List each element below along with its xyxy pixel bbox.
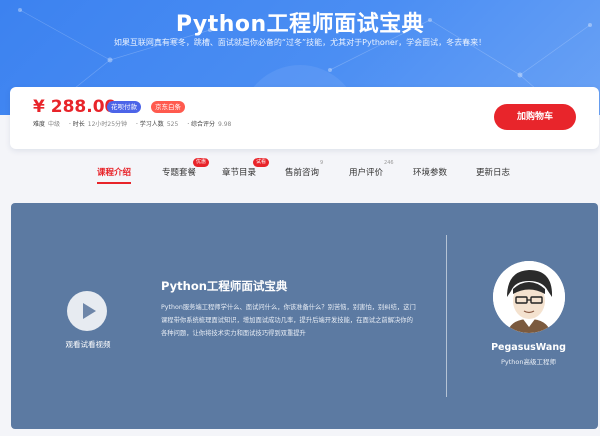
tab-label: 环境参数 — [413, 168, 448, 178]
huabei-badge: 花呗付款 — [107, 101, 141, 113]
tab-environment[interactable]: 环境参数 — [413, 166, 447, 178]
jd-baitiao-badge: 京东白条 — [151, 101, 185, 113]
meta-value-duration: 12小时25分钟 — [87, 121, 128, 128]
tab-label: 课程介绍 — [97, 168, 132, 178]
banner-subtitle: 如果互联网真有寒冬，跳槽、面试就是你必备的“过冬”技能，尤其对于Pythoner… — [113, 38, 487, 47]
meta-value-learners: 525 — [166, 121, 179, 128]
tab-label: 章节目录 — [222, 168, 257, 178]
consult-count: 9 — [320, 160, 324, 166]
tab-presale-consult[interactable]: 售前咨询 9 — [285, 160, 323, 178]
tab-label: 用户评价 — [349, 168, 384, 178]
preview-pill: 试看 — [253, 158, 270, 167]
avatar-illustration — [493, 261, 565, 333]
course-title: Python工程师面试宝典 — [161, 279, 288, 293]
tab-label: 专题套餐 — [162, 168, 197, 178]
active-tab-underline — [97, 182, 132, 184]
meta-key-difficulty: 难度 — [33, 121, 46, 128]
video-intro-panel: 观看试看视频 Python工程师面试宝典 Python服务端工程师学什么、面试问… — [11, 203, 598, 429]
purchase-card: ¥ 288.00 花呗付款 京东白条 难度 中级 · 时长 12小时25分钟 · 学… — [10, 87, 599, 149]
course-description: Python服务端工程师学什么、面试问什么，你该准备什么？别苦恼，别害怕，别纠结… — [161, 304, 416, 337]
banner-title: Python工程师面试宝典 — [175, 12, 425, 37]
meta-key-learners: · 学习人数 — [135, 121, 164, 128]
meta-key-rating: · 综合评分 — [187, 121, 216, 128]
watch-preview-link[interactable]: 观看试看视频 — [53, 339, 123, 350]
tab-course-intro[interactable]: 课程介绍 — [97, 166, 132, 184]
course-price: ¥ 288.00 — [33, 97, 117, 117]
tab-label: 售前咨询 — [285, 168, 320, 178]
tab-label: 更新日志 — [476, 168, 511, 178]
meta-value-difficulty: 中级 — [48, 121, 61, 128]
teacher-title: Python高级工程师 — [500, 358, 557, 366]
vertical-divider — [446, 235, 447, 397]
meta-key-duration: · 时长 — [68, 121, 85, 128]
discount-pill: 优惠 — [193, 158, 210, 167]
review-count: 246 — [384, 160, 394, 166]
tab-chapters[interactable]: 章节目录 试看 — [222, 158, 270, 178]
play-icon[interactable] — [67, 291, 107, 331]
add-to-cart-button[interactable]: 加购物车 — [494, 104, 576, 130]
teacher-name[interactable]: PegasusWang — [456, 342, 598, 353]
teacher-avatar[interactable] — [493, 261, 565, 333]
tab-user-reviews[interactable]: 用户评价 246 — [349, 160, 394, 178]
tab-bundles[interactable]: 专题套餐 优惠 — [162, 158, 210, 178]
course-tabs: 课程介绍 专题套餐 优惠 章节目录 试看 售前咨询 9 用户评价 246 环境参… — [0, 157, 600, 187]
meta-value-rating: 9.98 — [218, 121, 232, 128]
tab-changelog[interactable]: 更新日志 — [476, 166, 510, 178]
course-meta: 难度 中级 · 时长 12小时25分钟 · 学习人数 525 · 综合评分 9.98 — [33, 119, 238, 128]
